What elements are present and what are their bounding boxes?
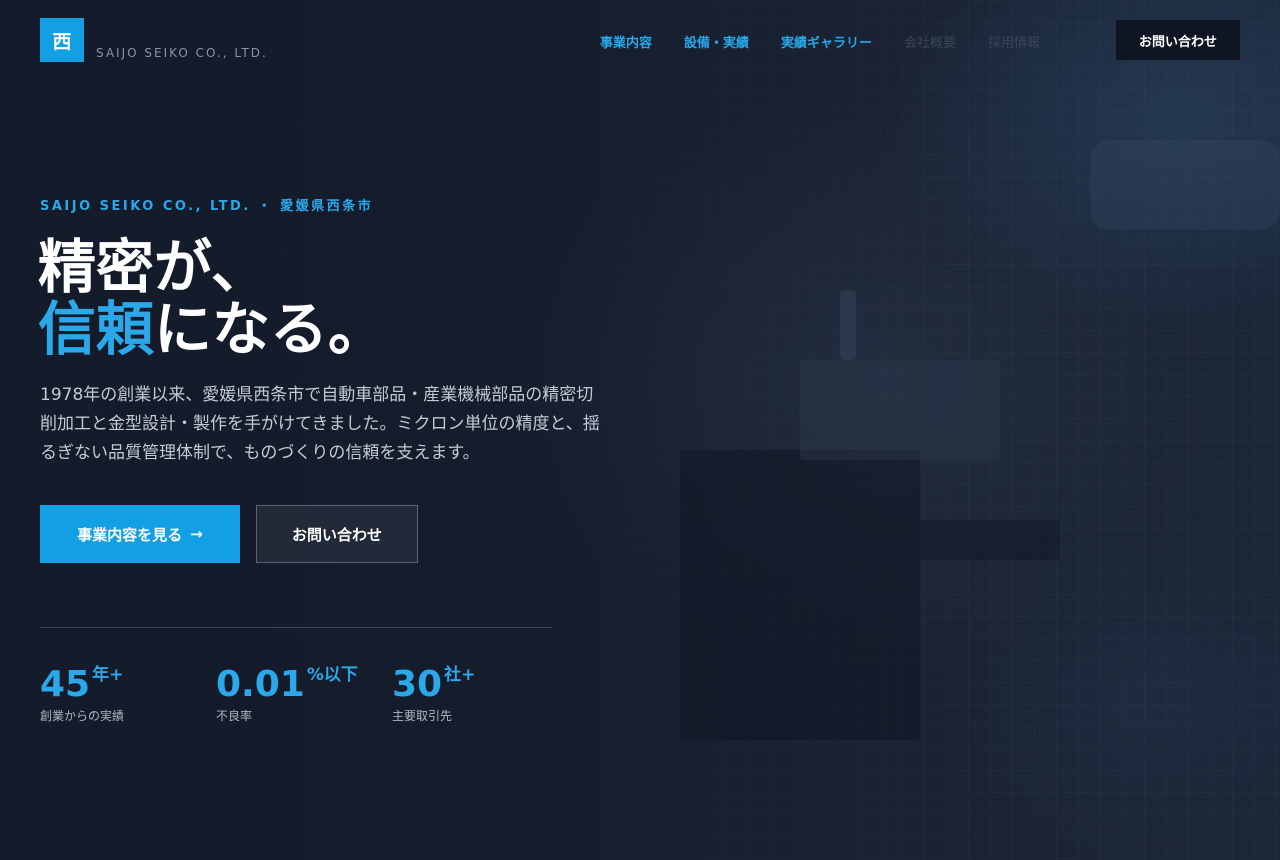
hero-machine-image-detail (920, 520, 1060, 560)
stat-value: 45 年+ (40, 660, 124, 707)
arrow-right-icon: → (190, 525, 203, 543)
headline-line-1: 精密が、 (38, 233, 269, 301)
logo-company-name[interactable]: SAIJO SEIKO CO., LTD. (96, 46, 268, 60)
headline-line-2: になる。 (154, 295, 387, 363)
nav-item-gallery[interactable]: 実績ギャラリー (781, 32, 872, 51)
hero-eyebrow: SAIJO SEIKO CO., LTD. ・ 愛媛県西条市 (40, 199, 374, 214)
hero-headline: 精密が、 信頼になる。 (38, 236, 386, 360)
stat-value: 30 社+ (392, 660, 475, 707)
nav-item-company[interactable]: 会社概要 (904, 32, 956, 51)
contact-button[interactable]: お問い合わせ (256, 505, 418, 563)
nav-item-recruit[interactable]: 採用情報 (988, 32, 1040, 51)
stat-label: 創業からの実績 (40, 709, 125, 723)
stat-unit: 社+ (444, 665, 476, 685)
header-contact-button[interactable]: お問い合わせ (1116, 20, 1240, 60)
logo-mark[interactable]: 西 (40, 18, 84, 62)
stat-unit: 年+ (92, 665, 124, 685)
hero-machine-image (680, 450, 920, 740)
stat-clients: 30 社+ 主要取引先 (392, 660, 475, 724)
nav-item-facilities[interactable]: 設備・実績 (684, 32, 749, 51)
stats-divider (40, 627, 552, 628)
hero-lead-text: 1978年の創業以来、愛媛県西条市で自動車部品・産業機械部品の精密切削加工と金型… (40, 385, 600, 463)
stat-unit: %以下 (306, 665, 358, 685)
view-business-button-label: 事業内容を見る (77, 525, 183, 544)
hero-machine-image-detail (840, 290, 856, 360)
stat-value: 0.01 %以下 (216, 660, 358, 707)
view-business-button[interactable]: 事業内容を見る → (40, 505, 240, 563)
main-nav: 事業内容 設備・実績 実績ギャラリー 会社概要 採用情報 (600, 32, 1040, 51)
stat-label: 不良率 (216, 709, 253, 723)
hero-machine-image-detail (1090, 140, 1280, 230)
stat-number: 30 (392, 664, 443, 705)
stat-number: 45 (40, 664, 91, 705)
headline-accent: 信頼 (38, 295, 155, 363)
stat-years: 45 年+ 創業からの実績 (40, 660, 124, 724)
stat-label: 主要取引先 (392, 709, 453, 723)
stat-number: 0.01 (216, 664, 305, 705)
nav-item-business[interactable]: 事業内容 (600, 32, 652, 51)
hero-machine-image-detail (800, 360, 1000, 460)
stat-defect-rate: 0.01 %以下 不良率 (216, 660, 358, 724)
